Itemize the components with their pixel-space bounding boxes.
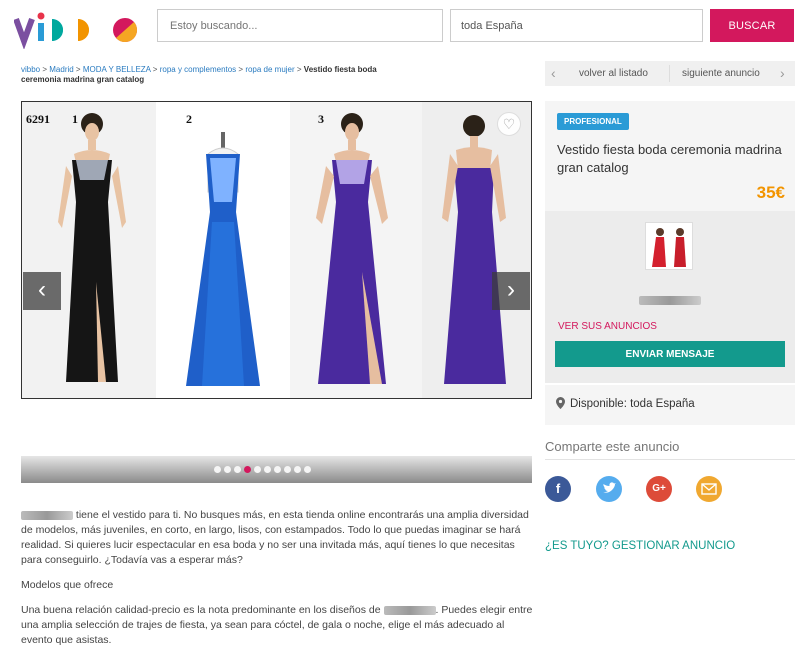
share-title: Comparte este anuncio	[545, 439, 680, 454]
gallery-dots	[214, 466, 314, 484]
gallery-dot[interactable]	[294, 466, 301, 473]
listing-card: PROFESIONAL Vestido fiesta boda ceremoni…	[545, 101, 795, 383]
gallery-prev-button[interactable]: ‹	[23, 272, 61, 310]
photo-label-1: 1	[72, 112, 78, 126]
gallery-thumbnail-strip	[21, 456, 532, 483]
divider	[545, 459, 795, 460]
seller-box: VER SUS ANUNCIOS ENVIAR MENSAJE	[545, 211, 795, 383]
header: BUSCAR	[0, 0, 800, 52]
description-text: Una buena relación calidad-precio es la …	[21, 604, 381, 616]
listing-nav: ‹ volver al listado siguiente anuncio ›	[545, 61, 795, 86]
description-paragraph: Una buena relación calidad-precio es la …	[21, 603, 537, 648]
availability-text: Disponible: toda España	[570, 398, 695, 410]
redacted-text	[21, 510, 73, 520]
gallery-next-button[interactable]: ›	[492, 272, 530, 310]
google-plus-icon[interactable]: G+	[646, 476, 672, 502]
breadcrumb-item-ropa-complementos[interactable]: ropa y complementos	[160, 65, 236, 74]
dress-photo-blue: 2	[156, 102, 290, 398]
professional-badge: PROFESIONAL	[557, 113, 629, 130]
gallery-dot[interactable]	[214, 466, 221, 473]
mail-icon[interactable]	[696, 476, 722, 502]
photo-label-2: 2	[186, 112, 192, 126]
facebook-icon[interactable]: f	[545, 476, 571, 502]
nav-divider	[669, 65, 670, 82]
listing-description: tiene el vestido para ti. No busques más…	[21, 508, 537, 652]
description-heading: Modelos que ofrece	[21, 579, 114, 591]
seller-avatar[interactable]	[645, 222, 693, 270]
next-listing-link[interactable]: siguiente anuncio	[682, 68, 760, 79]
chevron-left-icon[interactable]: ‹	[551, 65, 556, 81]
breadcrumb-item-moda[interactable]: MODA Y BELLEZA	[83, 65, 151, 74]
send-message-button[interactable]: ENVIAR MENSAJE	[555, 341, 785, 367]
catalog-number: 6291	[26, 112, 50, 126]
gallery-dot[interactable]	[234, 466, 241, 473]
description-paragraph: tiene el vestido para ti. No busques más…	[21, 508, 537, 568]
breadcrumb-item-vibbo[interactable]: vibbo	[21, 65, 40, 74]
manage-listing-link[interactable]: ¿ES TUYO? GESTIONAR ANUNCIO	[545, 540, 735, 552]
chevron-right-icon[interactable]: ›	[780, 65, 785, 81]
photo-label-3: 3	[318, 112, 324, 126]
search-button[interactable]: BUSCAR	[710, 9, 794, 42]
redacted-seller-name	[639, 296, 701, 305]
gallery-dot[interactable]	[254, 466, 261, 473]
search-input[interactable]	[157, 9, 443, 42]
breadcrumb-item-madrid[interactable]: Madrid	[49, 65, 73, 74]
listing-title: Vestido fiesta boda ceremonia madrina gr…	[557, 142, 782, 175]
chevron-right-icon: ›	[507, 276, 515, 303]
breadcrumb-item-ropa-mujer[interactable]: ropa de mujer	[245, 65, 294, 74]
availability-box: Disponible: toda España	[545, 385, 795, 425]
gallery-dot[interactable]	[284, 466, 291, 473]
location-input[interactable]	[450, 9, 703, 42]
image-gallery[interactable]: 6291 1 2 3 ♡ ‹ ›	[21, 101, 532, 399]
heart-icon[interactable]: ♡	[497, 112, 521, 136]
gallery-dot[interactable]	[264, 466, 271, 473]
description-text: tiene el vestido para ti. No busques más…	[21, 509, 529, 566]
twitter-icon[interactable]	[596, 476, 622, 502]
breadcrumb: vibbo > Madrid > MODA Y BELLEZA > ropa y…	[21, 65, 377, 84]
dress-photo-purple-back	[422, 102, 531, 398]
back-to-list-link[interactable]: volver al listado	[579, 68, 648, 79]
redacted-text	[383, 605, 436, 615]
gallery-dot-active[interactable]	[244, 466, 251, 473]
gallery-dot[interactable]	[224, 466, 231, 473]
dress-photo-purple: 3	[290, 102, 422, 398]
chevron-left-icon: ‹	[38, 276, 46, 303]
see-seller-ads-link[interactable]: VER SUS ANUNCIOS	[558, 321, 657, 332]
gallery-dot[interactable]	[304, 466, 311, 473]
location-pin-icon	[556, 397, 565, 409]
gallery-dot[interactable]	[274, 466, 281, 473]
dress-photo-black: 6291 1	[22, 102, 156, 398]
listing-summary: PROFESIONAL Vestido fiesta boda ceremoni…	[545, 101, 795, 211]
vibbo-logo[interactable]	[14, 9, 144, 49]
listing-price: 35€	[756, 183, 785, 202]
